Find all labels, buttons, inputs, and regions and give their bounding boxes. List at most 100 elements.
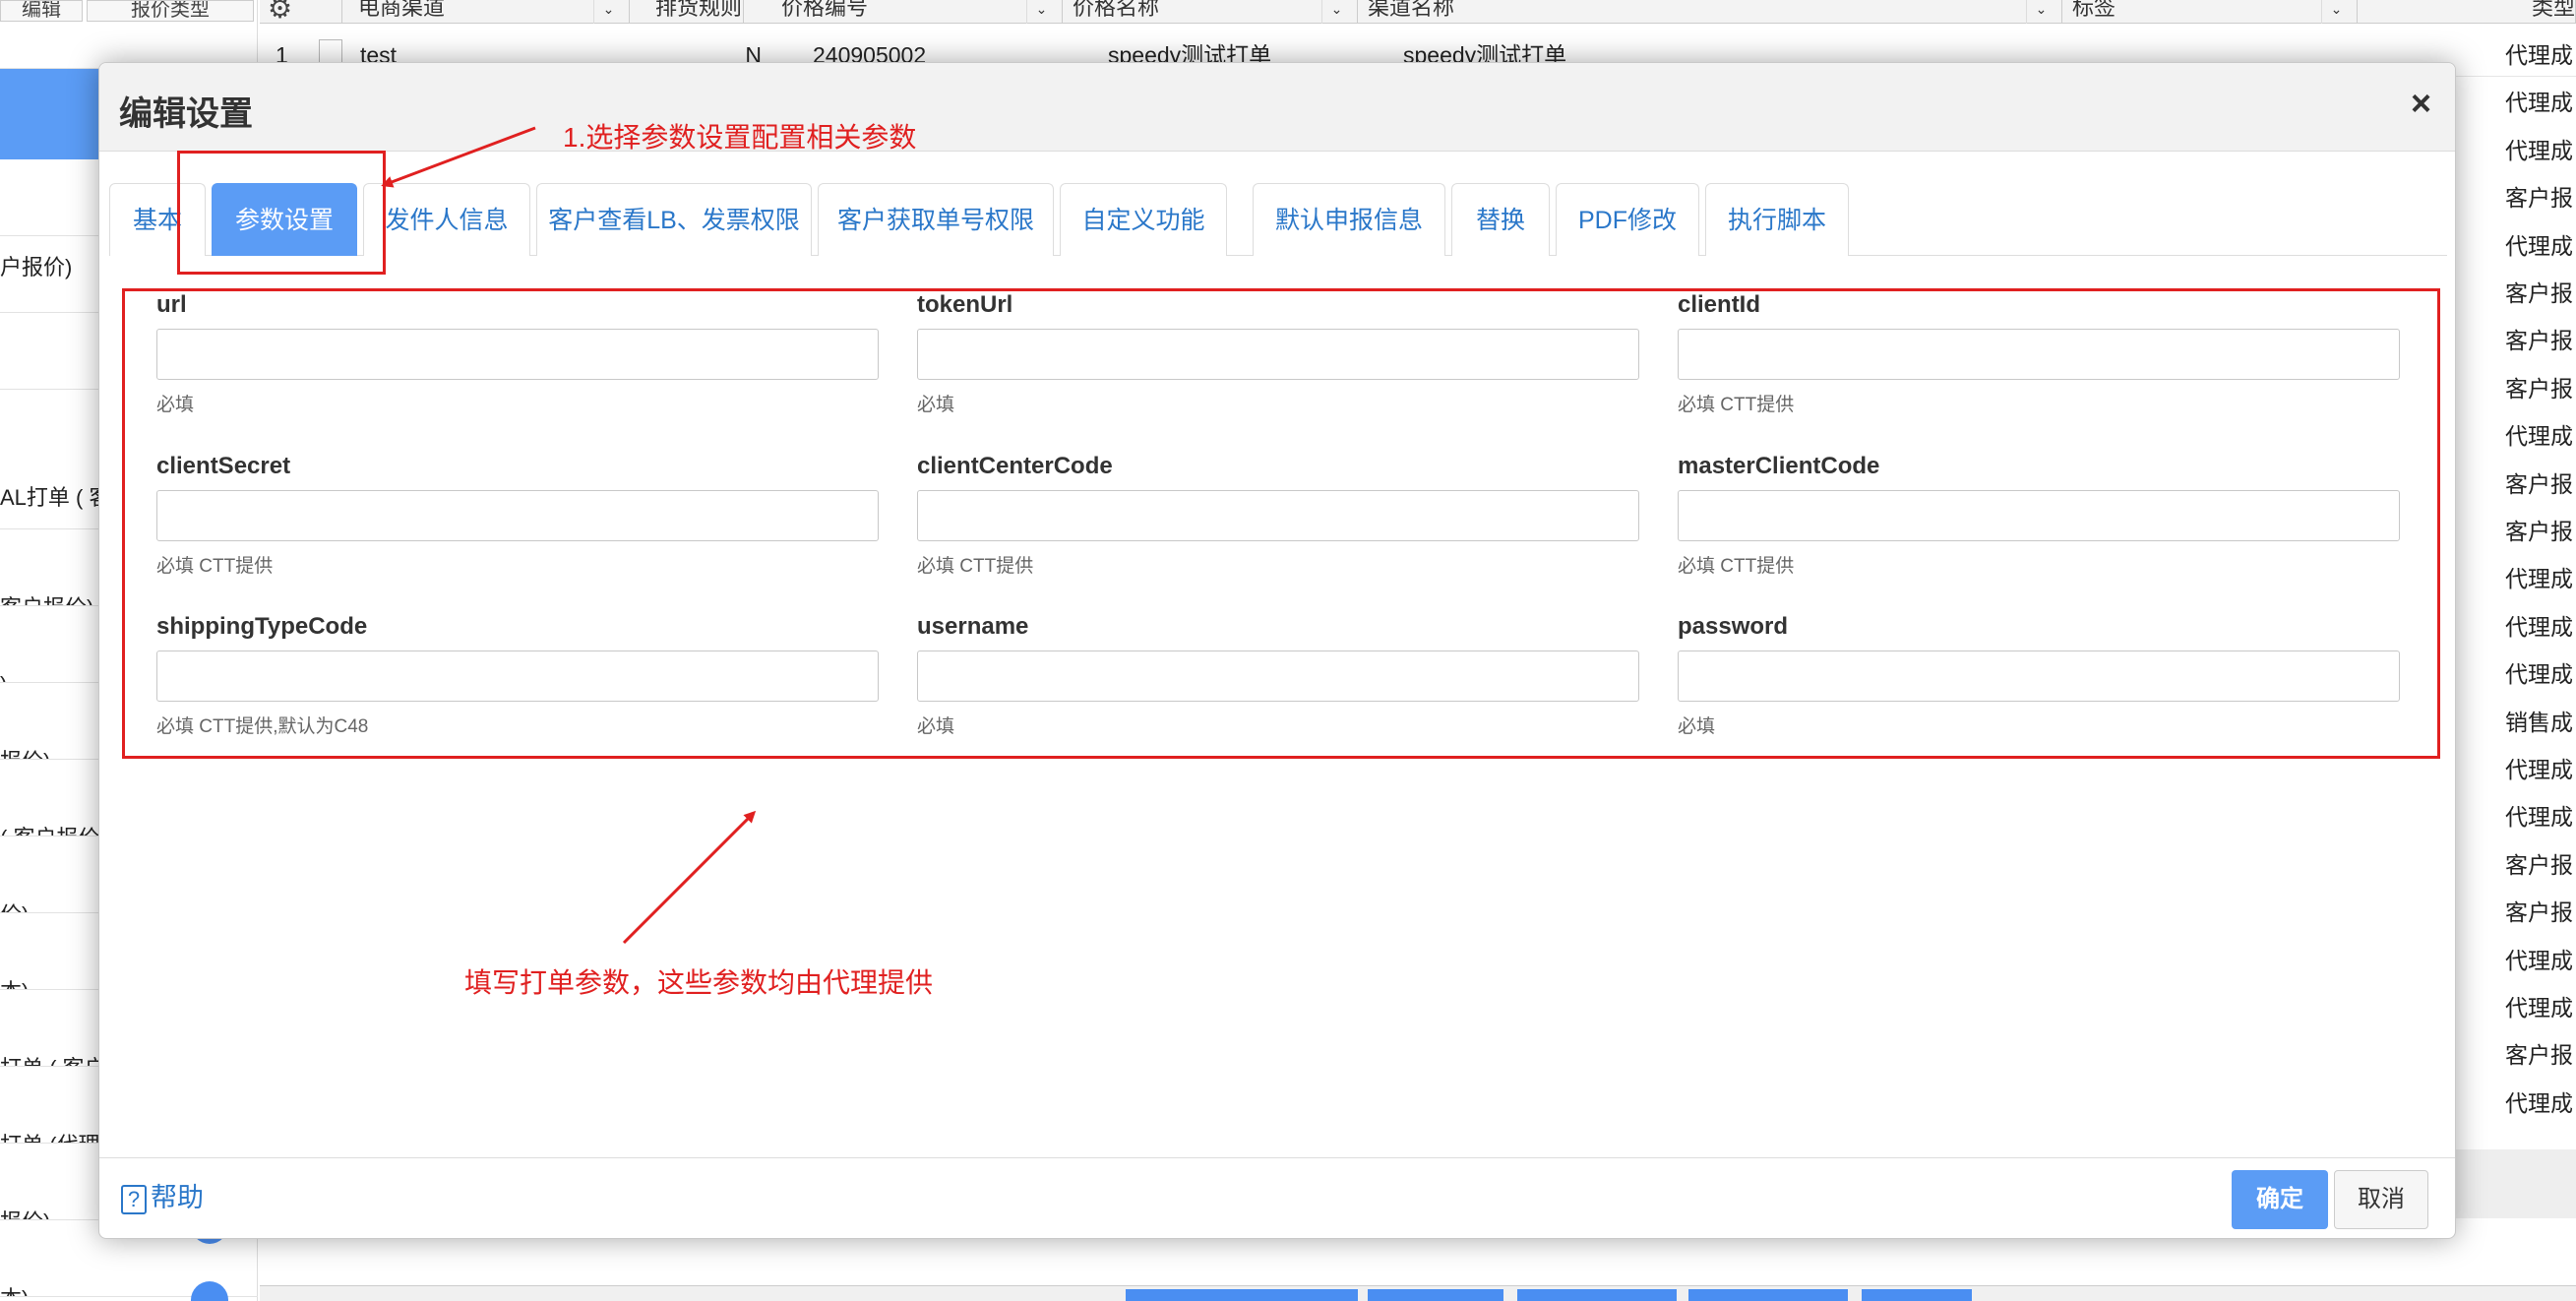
grid-header-col[interactable]: 价格名称 ⌄: [1063, 0, 1358, 24]
field-hint: 必填: [917, 395, 955, 415]
annotation-step1: 1.选择参数设置配置相关参数: [563, 122, 917, 153]
grid-type-cell: 代理成: [2505, 566, 2573, 592]
field-label: shippingTypeCode: [156, 613, 368, 640]
tab-sender[interactable]: 发件人信息: [363, 183, 530, 256]
chevron-down-icon[interactable]: ⌄: [2321, 0, 2351, 24]
grid-header-label: 标签: [2072, 0, 2116, 20]
confirm-button[interactable]: 确定: [2232, 1170, 2328, 1229]
grid-header-label: 排货规则: [655, 0, 743, 20]
tab-replace[interactable]: 替换: [1451, 183, 1550, 256]
dialog-footer: ? 帮助 确定 取消: [99, 1157, 2455, 1240]
grid-type-cell: 代理成: [2505, 613, 2573, 640]
grid-type-cell: 客户报: [2505, 185, 2573, 212]
grid-header-check[interactable]: [315, 0, 342, 24]
left-top-button-2[interactable]: 报价类型: [87, 0, 254, 22]
token-url-input[interactable]: [917, 329, 1639, 380]
tab-script[interactable]: 执行脚本: [1705, 183, 1849, 256]
url-input[interactable]: [156, 329, 879, 380]
grid-type-cell: 代理成: [2505, 947, 2573, 973]
grid-type-cell: 代理成: [2505, 42, 2573, 68]
grid-type-cell: 销售成: [2505, 709, 2573, 735]
field-hint: 必填 CTT提供: [1678, 395, 1795, 415]
field-label: masterClientCode: [1678, 453, 1880, 479]
field-hint: 必填 CTT提供: [1678, 556, 1795, 577]
left-top-button-1[interactable]: 编辑: [0, 0, 83, 22]
grid-header-col[interactable]: 类型: [2403, 0, 2576, 24]
grid-type-cell: 代理成: [2505, 137, 2573, 163]
grid-header-col[interactable]: 标签 ⌄: [2062, 0, 2358, 24]
chevron-down-icon[interactable]: ⌄: [593, 0, 623, 24]
tab-declaration[interactable]: 默认申报信息: [1253, 183, 1445, 256]
field-label: username: [917, 613, 1029, 640]
field-hint: 必填 CTT提供,默认为C48: [156, 716, 369, 737]
pager-button[interactable]: [1368, 1289, 1503, 1301]
annotation-step2: 填写打单参数，这些参数均由代理提供: [464, 967, 934, 998]
master-client-code-input[interactable]: [1678, 490, 2400, 541]
client-center-code-input[interactable]: [917, 490, 1639, 541]
help-label: 帮助: [151, 1183, 204, 1212]
field-label: clientId: [1678, 291, 1761, 318]
grid-header-col[interactable]: 价格编号 ⌄: [771, 0, 1063, 24]
grid-type-cell: 客户报: [2505, 851, 2573, 878]
grid-header-col[interactable]: 排货规则: [645, 0, 744, 24]
dialog-title: 编辑设置: [119, 95, 253, 133]
grid-type-cell: 客户报: [2505, 470, 2573, 497]
close-icon[interactable]: ×: [2411, 83, 2431, 124]
tab-pdf[interactable]: PDF修改: [1556, 183, 1699, 256]
grid-header-label: 价格编号: [781, 0, 869, 20]
grid-type-cell: 代理成: [2505, 757, 2573, 782]
chevron-down-icon[interactable]: ⌄: [1321, 0, 1351, 24]
field-hint: 必填: [917, 716, 955, 737]
grid-header-label: 价格名称: [1073, 0, 1160, 20]
shipping-type-code-input[interactable]: [156, 650, 879, 702]
grid-header-label: 类型: [2531, 0, 2575, 20]
field-label: password: [1678, 613, 1789, 640]
pager-button[interactable]: [1517, 1289, 1677, 1301]
pager-button[interactable]: [1862, 1289, 1972, 1301]
password-input[interactable]: [1678, 650, 2400, 702]
client-secret-input[interactable]: [156, 490, 879, 541]
tab-tracking-no[interactable]: 客户获取单号权限: [818, 183, 1054, 256]
grid-type-cell: 客户报: [2505, 375, 2573, 402]
tab-custom[interactable]: 自定义功能: [1060, 183, 1227, 256]
grid-type-cell: 客户报: [2505, 899, 2573, 926]
field-label: clientCenterCode: [917, 453, 1113, 479]
grid-type-cell: 客户报: [2505, 519, 2573, 544]
grid-type-cell: 代理成: [2505, 232, 2573, 259]
grid-type-cell: 代理成: [2505, 995, 2573, 1021]
grid-type-cell: 代理成: [2505, 90, 2573, 116]
gear-icon[interactable]: ⚙: [268, 0, 292, 23]
edit-settings-dialog: 编辑设置 × 基本 参数设置 发件人信息 客户查看LB、发票权限 客户获取单号权…: [98, 62, 2456, 1239]
grid-header: ⚙ 电商渠道 ⌄ 排货规则 价格编号 ⌄ 价格名称 ⌄ 渠道名称 ⌄ 标签 ⌄ 类型: [260, 0, 2576, 24]
grid-type-cell: 客户报: [2505, 280, 2573, 306]
row-checkbox[interactable]: [319, 39, 342, 63]
chevron-down-icon[interactable]: ⌄: [2026, 0, 2055, 24]
grid-type-cell: 代理成: [2505, 804, 2573, 831]
username-input[interactable]: [917, 650, 1639, 702]
tab-bar: 基本 参数设置 发件人信息 客户查看LB、发票权限 客户获取单号权限 自定义功能…: [109, 183, 2447, 256]
chevron-down-icon[interactable]: ⌄: [1026, 0, 1056, 24]
tab-basic[interactable]: 基本: [109, 183, 206, 256]
grid-header-label: 电商渠道: [358, 0, 446, 20]
pager-button[interactable]: [1126, 1289, 1358, 1301]
tab-params[interactable]: 参数设置: [212, 183, 357, 256]
cancel-button[interactable]: 取消: [2334, 1170, 2428, 1229]
client-id-input[interactable]: [1678, 329, 2400, 380]
field-hint: 必填 CTT提供: [156, 556, 274, 577]
field-hint: 必填: [156, 395, 195, 415]
grid-type-cell: 代理成: [2505, 1089, 2573, 1116]
help-link[interactable]: ? 帮助: [121, 1176, 204, 1214]
grid-header-col[interactable]: 渠道名称 ⌄: [1358, 0, 2062, 24]
grid-type-cell: 代理成: [2505, 423, 2573, 450]
grid-type-cell: 客户报: [2505, 328, 2573, 354]
tab-lb-invoice[interactable]: 客户查看LB、发票权限: [536, 183, 812, 256]
grid-header-col[interactable]: 电商渠道 ⌄: [348, 0, 630, 24]
dialog-header: 编辑设置 ×: [99, 63, 2455, 152]
help-icon: ?: [121, 1184, 147, 1214]
field-hint: 必填: [1678, 716, 1716, 737]
field-hint: 必填 CTT提供: [917, 556, 1034, 577]
grid-type-cell: 客户报: [2505, 1042, 2573, 1069]
pager-button[interactable]: [1688, 1289, 1848, 1301]
field-label: url: [156, 291, 187, 318]
field-label: tokenUrl: [917, 291, 1013, 318]
